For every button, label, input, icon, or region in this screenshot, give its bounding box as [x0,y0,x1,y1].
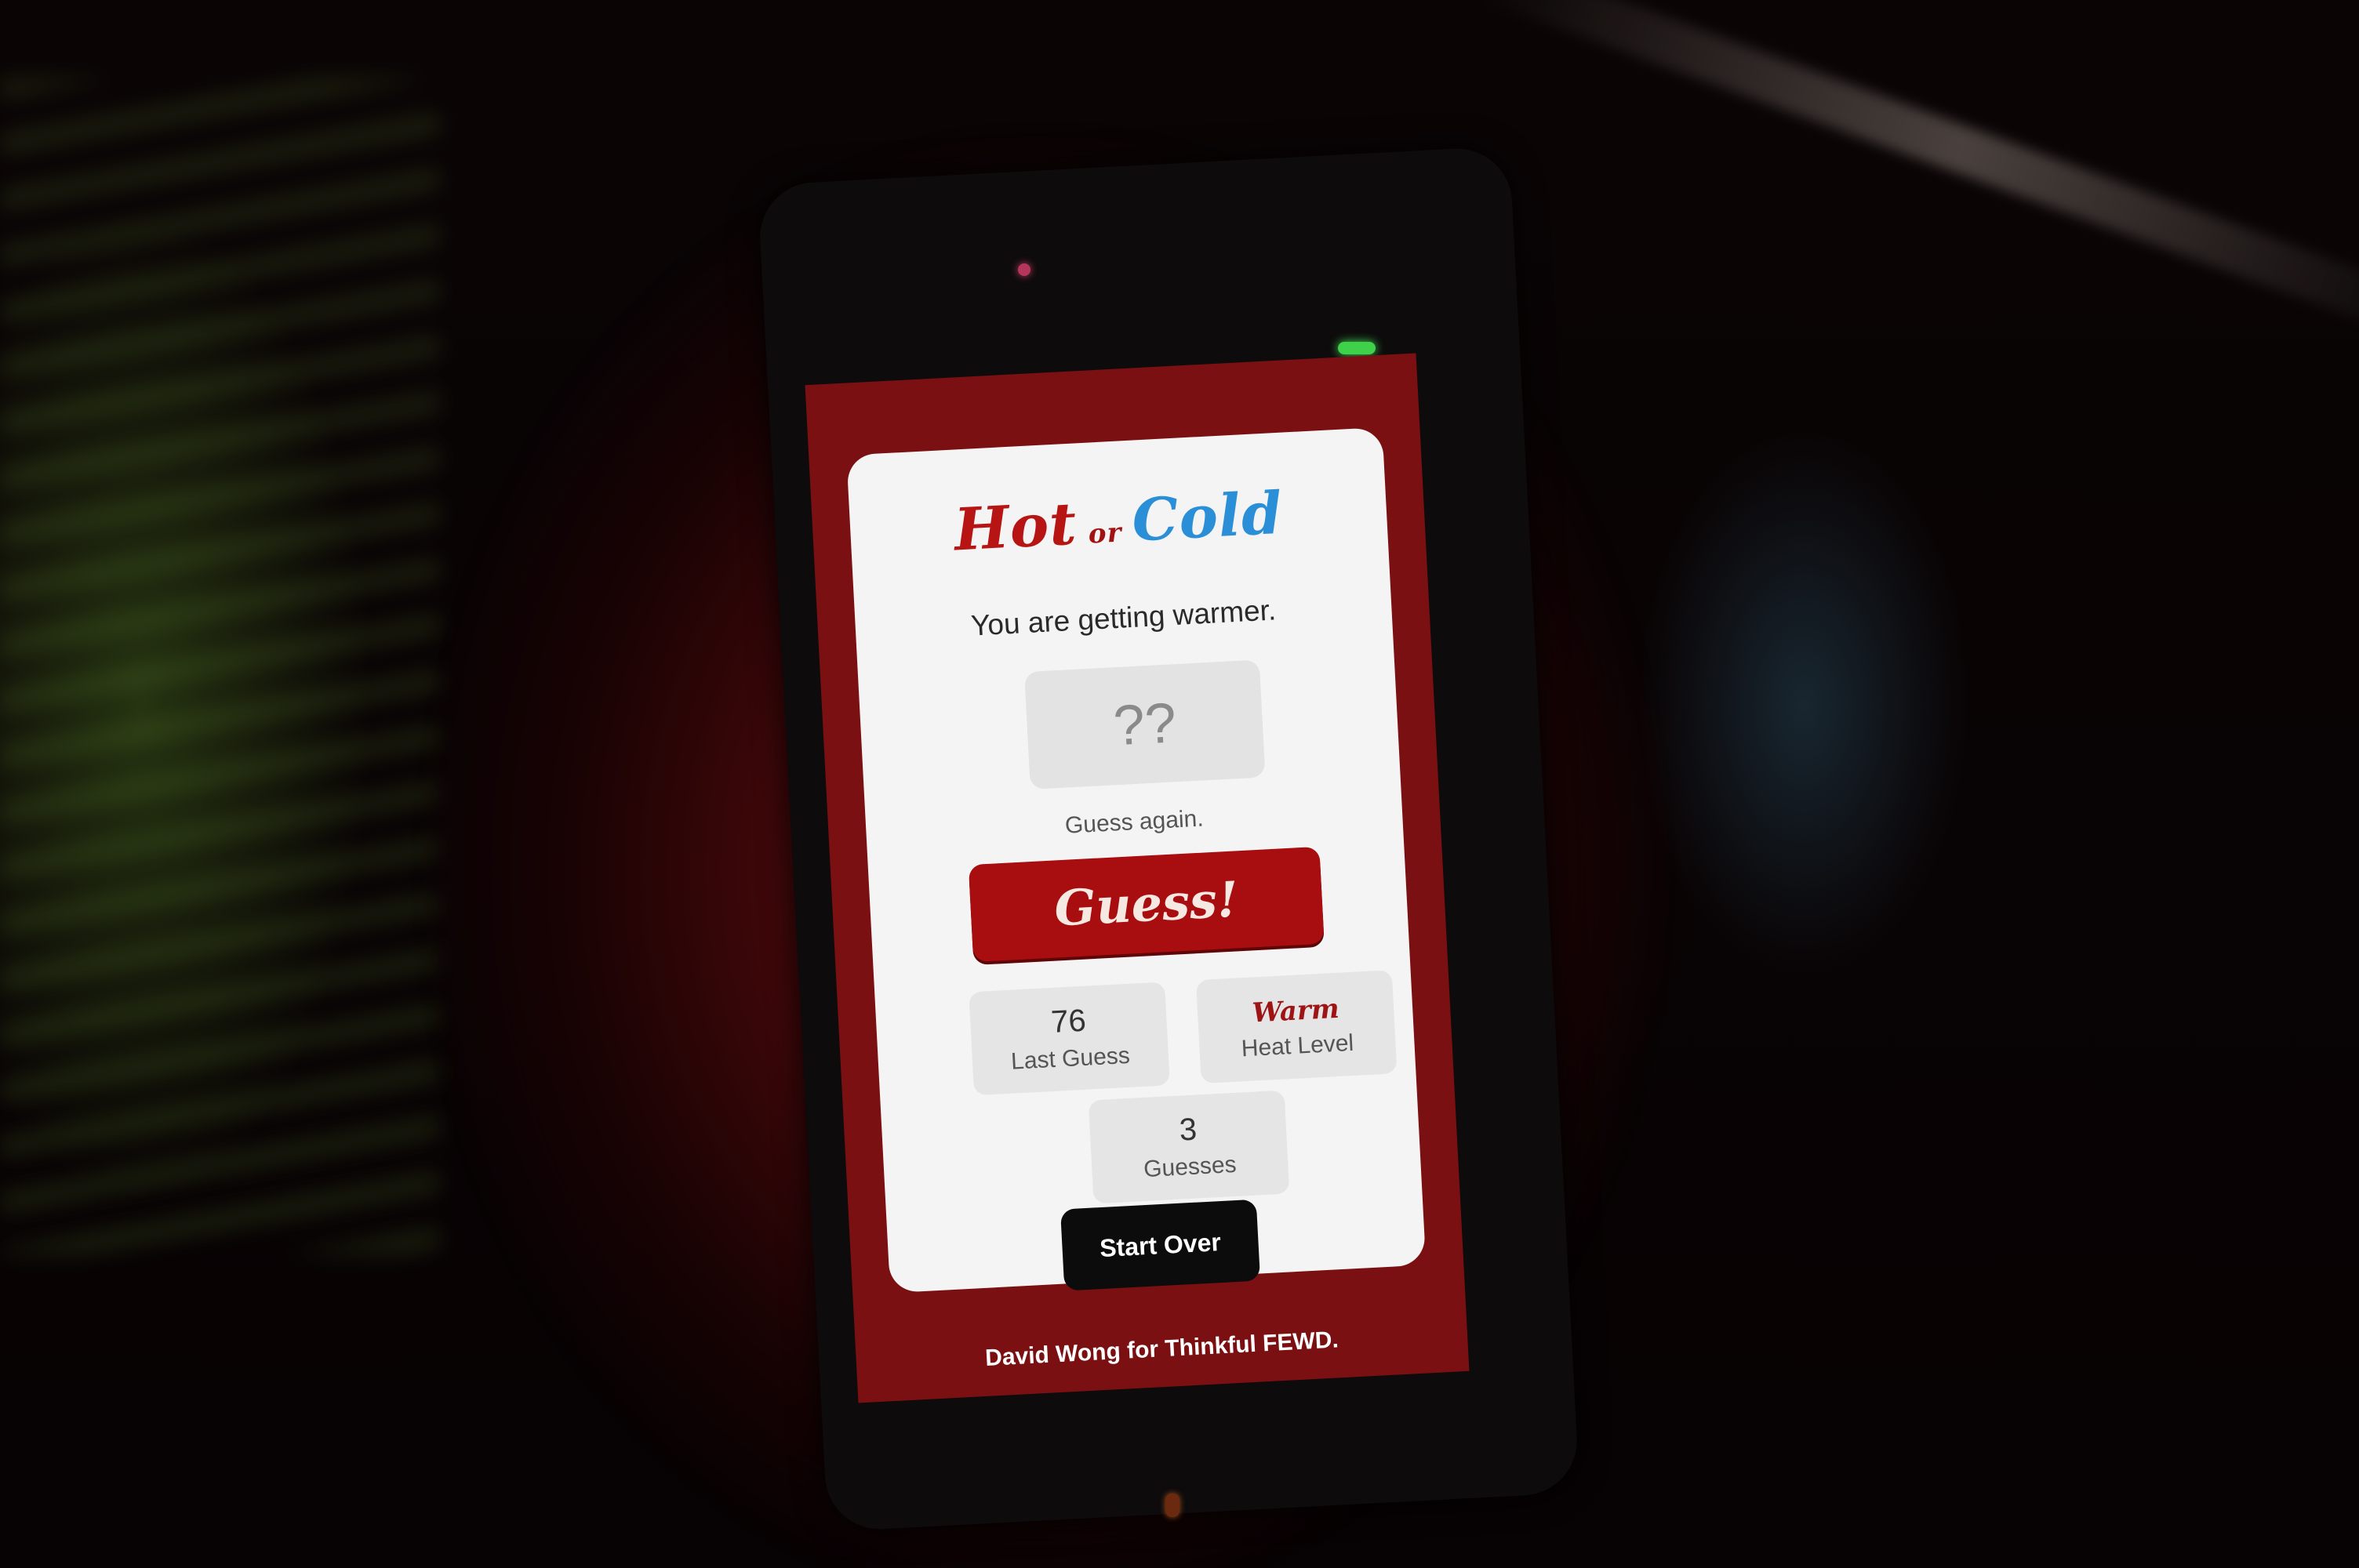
background-light-streak [1474,0,2359,347]
last-guess-label: Last Guess [1010,1042,1131,1075]
guess-count-value: 3 [1178,1112,1198,1148]
game-logo: Hot or Cold [849,474,1388,570]
game-card: HotorCold You are getting warmer. Guess … [846,426,1427,1294]
logo-cold: Cold [1130,479,1285,555]
home-button-icon[interactable] [1165,1494,1180,1517]
heat-level-label: Heat Level [1241,1029,1354,1062]
logo-or: or [1087,517,1123,550]
phone-screen: HotorCold You are getting warmer. Guess … [805,353,1470,1403]
guess-count-label: Guesses [1143,1151,1238,1183]
hint-text: Guess again. [1064,805,1205,839]
guess-button[interactable]: Guess! [968,846,1325,963]
last-guess-stat: 76 Last Guess [969,982,1170,1096]
front-camera-icon [1018,263,1030,276]
heat-level-value: Warm [1251,993,1340,1029]
heat-level-stat: Warm Heat Level [1195,970,1398,1084]
guess-count-stat: 3 Guesses [1088,1090,1290,1204]
logo-hot: Hot [952,490,1079,564]
last-guess-value: 76 [1050,1003,1087,1040]
feedback-message: You are getting warmer. [970,593,1278,642]
notification-led-icon [1338,342,1376,354]
guess-input[interactable] [1024,659,1266,789]
photo-scene: HotorCold You are getting warmer. Guess … [0,0,2359,1568]
footer-credit: David Wong for Thinkful FEWD. [984,1327,1339,1371]
start-over-button[interactable]: Start Over [1060,1199,1261,1291]
